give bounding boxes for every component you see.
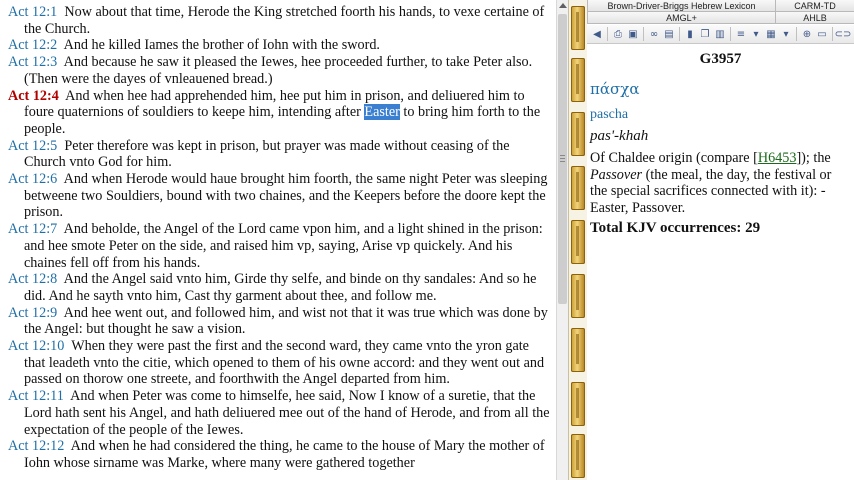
verse-reference-current[interactable]: Act 12:4 <box>8 88 59 104</box>
lexicon-entry: G3957 πάσχα pascha pas'-khah Of Chaldee … <box>587 51 854 237</box>
verse: Act 12:5 Peter therefore was kept in pri… <box>0 138 556 171</box>
back-arrow-icon[interactable]: ◀ <box>590 27 604 41</box>
greek-word: πάσχα <box>590 80 640 98</box>
verse-reference[interactable]: Act 12:1 <box>8 4 57 20</box>
toolbar-separator <box>832 27 833 41</box>
verse-reference[interactable]: Act 12:8 <box>8 271 57 287</box>
copy-icon[interactable]: ❐ <box>698 27 712 41</box>
toolbar-separator <box>679 27 680 41</box>
grip-line <box>560 155 565 156</box>
commentary-marker-icon[interactable] <box>571 58 585 102</box>
verse-reference[interactable]: Act 12:3 <box>8 54 57 70</box>
scrollbar-thumb[interactable] <box>558 14 567 304</box>
tab-ahlb[interactable]: AHLB <box>775 12 854 24</box>
verse: Act 12:1 Now about that time, Herode the… <box>0 4 556 37</box>
lexicon-toolbar: ◀ ⎙ ▣ ∞ ▤ ▮ ❐ ▥ ≡ ▾ ▦ ▾ ⊕ ▭ ⊂⊃ <box>587 25 854 44</box>
print-icon[interactable]: ⎙ <box>611 27 625 41</box>
dropdown-icon[interactable]: ▾ <box>749 27 763 41</box>
verse: Act 12:3 And because he saw it pleased t… <box>0 54 556 87</box>
definition-text: Of Chaldee origin (compare [ <box>590 150 758 166</box>
commentary-marker-icon[interactable] <box>571 112 585 156</box>
definition-italic: Passover <box>590 166 643 183</box>
toolbar-separator <box>796 27 797 41</box>
grid-icon[interactable]: ▦ <box>764 27 778 41</box>
verse-reference[interactable]: Act 12:7 <box>8 221 57 237</box>
lexicon-tabs-row-1: Brown-Driver-Briggs Hebrew Lexicon CARM-… <box>587 0 854 12</box>
book-icon[interactable]: ▮ <box>683 27 697 41</box>
toolbar-separator <box>643 27 644 41</box>
commentary-marker-bar <box>568 0 588 480</box>
lexicon-tabs-row-2: AMGL+ AHLB <box>587 12 854 24</box>
tab-bdb-lexicon[interactable]: Brown-Driver-Briggs Hebrew Lexicon <box>587 0 777 12</box>
link-icon[interactable]: ⊂⊃ <box>835 27 852 41</box>
panel-icon[interactable]: ▭ <box>815 27 829 41</box>
verse: Act 12:8 And the Angel said vnto him, Gi… <box>0 271 556 304</box>
commentary-marker-icon[interactable] <box>571 274 585 318</box>
verse-text: And because he saw it pleased the Iewes,… <box>24 54 533 87</box>
definition: Of Chaldee origin (compare [H6453]); the… <box>590 150 851 217</box>
verse-reference[interactable]: Act 12:5 <box>8 138 57 154</box>
verse-text: And the Angel said vnto him, Girde thy s… <box>24 271 537 304</box>
verse-reference[interactable]: Act 12:11 <box>8 388 64 404</box>
selected-word[interactable]: Easter <box>364 104 400 121</box>
verse-reference[interactable]: Act 12:2 <box>8 37 57 53</box>
verse-reference[interactable]: Act 12:9 <box>8 305 57 321</box>
verse-text: And hee went out, and followed him, and … <box>24 304 548 338</box>
pronunciation: pas'-khah <box>590 128 649 144</box>
bible-text-pane[interactable]: Act 12:1 Now about that time, Herode the… <box>0 0 556 480</box>
verse-text: And he killed Iames the brother of Iohn … <box>63 37 380 54</box>
lexicon-pane: Brown-Driver-Briggs Hebrew Lexicon CARM-… <box>587 0 854 480</box>
paste-icon[interactable]: ▥ <box>713 27 727 41</box>
verse: Act 12:7 And beholde, the Angel of the L… <box>0 221 556 271</box>
verse-reference[interactable]: Act 12:6 <box>8 171 57 187</box>
commentary-marker-icon[interactable] <box>571 328 585 372</box>
verse-text: When they were past the first and the se… <box>24 338 545 388</box>
format-icon[interactable]: ≡ <box>734 27 748 41</box>
verse: Act 12:12 And when he had considered the… <box>0 438 556 471</box>
commentary-marker-icon[interactable] <box>571 6 585 50</box>
commentary-marker-icon[interactable] <box>571 166 585 210</box>
definition-text: ]); the <box>796 150 831 166</box>
toolbar-separator <box>607 27 608 41</box>
verse-text: And beholde, the Angel of the Lord came … <box>24 221 543 271</box>
commentary-marker-icon[interactable] <box>571 434 585 478</box>
verse-text: And when he had considered the thing, he… <box>24 438 545 471</box>
verse-reference[interactable]: Act 12:10 <box>8 338 64 354</box>
verse-reference[interactable]: Act 12:12 <box>8 438 64 454</box>
transliteration: pascha <box>590 107 629 122</box>
verse: Act 12:9 And hee went out, and followed … <box>0 305 556 338</box>
verse: Act 12:10 When they were past the first … <box>0 338 556 388</box>
save-icon[interactable]: ▣ <box>626 27 640 41</box>
strong-link-h6453[interactable]: H6453 <box>758 150 797 166</box>
verse-text: Now about that time, Herode the King str… <box>24 4 545 37</box>
strong-number: G3957 <box>699 51 742 67</box>
verse: Act 12:6 And when Herode would haue brou… <box>0 171 556 221</box>
grip-line <box>560 161 565 162</box>
verse-text: Peter therefore was kept in prison, but … <box>24 137 510 171</box>
verse: Act 12:2 And he killed Iames the brother… <box>0 37 556 54</box>
total-occurrences: Total KJV occurrences: 29 <box>590 219 761 236</box>
verse-current: Act 12:4 And when hee had apprehended hi… <box>0 88 556 138</box>
tab-amgl[interactable]: AMGL+ <box>587 12 777 24</box>
binoculars-icon[interactable]: ∞ <box>647 27 661 41</box>
search-doc-icon[interactable]: ▤ <box>662 27 676 41</box>
commentary-marker-icon[interactable] <box>571 382 585 426</box>
verse-text: And when Herode would haue brought him f… <box>24 171 548 221</box>
verse: Act 12:11 And when Peter was come to him… <box>0 388 556 438</box>
dropdown-icon[interactable]: ▾ <box>779 27 793 41</box>
zoom-icon[interactable]: ⊕ <box>800 27 814 41</box>
commentary-marker-icon[interactable] <box>571 220 585 264</box>
scroll-up-icon[interactable] <box>559 3 567 8</box>
tab-carm-td[interactable]: CARM-TD <box>775 0 854 12</box>
verse-text: And when Peter was come to himselfe, hee… <box>24 388 550 438</box>
grip-line <box>560 158 565 159</box>
toolbar-separator <box>730 27 731 41</box>
